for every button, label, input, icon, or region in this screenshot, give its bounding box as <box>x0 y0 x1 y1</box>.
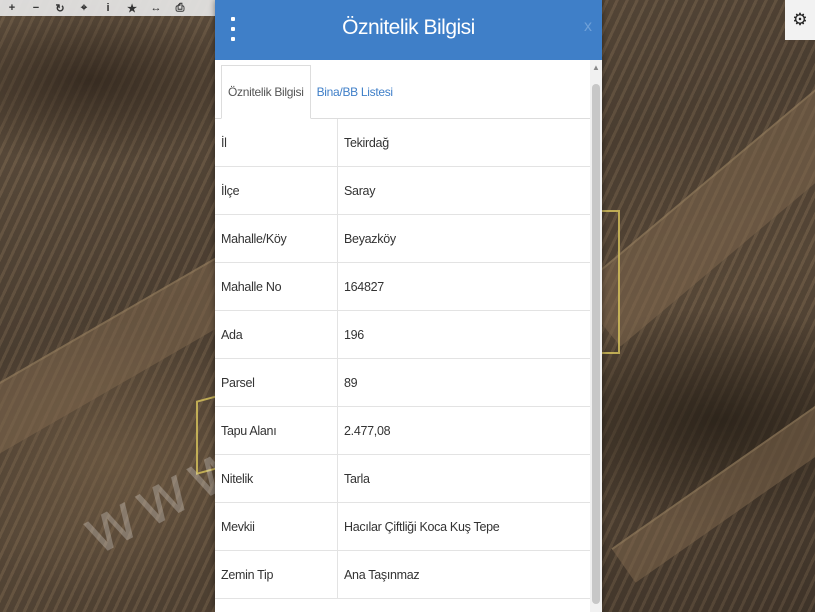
dialog-tabs: Öznitelik Bilgisi Bina/BB Listesi <box>215 60 602 119</box>
row-key: İl <box>215 119 338 166</box>
row-value: 2.477,08 <box>344 423 391 438</box>
row-key: Mahalle No <box>215 263 338 310</box>
row-value: Tekirdağ <box>344 135 389 150</box>
row-value: Tarla <box>344 471 370 486</box>
star-icon[interactable]: ★ <box>120 0 144 16</box>
zoom-out-icon[interactable]: − <box>24 0 48 16</box>
row-value: 164827 <box>344 279 384 294</box>
table-row: Mevkii Hacılar Çiftliği Koca Kuş Tepe <box>215 503 590 551</box>
table-row: Ada 196 <box>215 311 590 359</box>
refresh-icon[interactable]: ↻ <box>48 0 72 16</box>
row-value: Hacılar Çiftliği Koca Kuş Tepe <box>344 519 500 534</box>
dialog-header: Öznitelik Bilgisi x <box>215 0 602 60</box>
gear-icon: ⚙ <box>792 10 808 29</box>
table-row: İl Tekirdağ <box>215 119 590 167</box>
table-row: Parsel 89 <box>215 359 590 407</box>
row-value: 196 <box>344 327 364 342</box>
locate-icon[interactable]: ⌖ <box>72 0 96 16</box>
map-field-strip <box>611 399 815 583</box>
table-row: İlçe Saray <box>215 167 590 215</box>
row-value: Saray <box>344 183 376 198</box>
row-value: 89 <box>344 375 358 390</box>
row-key: Mahalle/Köy <box>215 215 338 262</box>
row-value: Beyazköy <box>344 231 396 246</box>
table-row: Mahalle No 164827 <box>215 263 590 311</box>
row-key: Zemin Tip <box>215 551 338 598</box>
table-row: Zemin Tip Ana Taşınmaz <box>215 551 590 599</box>
scroll-up-icon[interactable]: ▲ <box>590 60 602 74</box>
tab-building-list[interactable]: Bina/BB Listesi <box>311 66 399 118</box>
row-key: Mevkii <box>215 503 338 550</box>
table-row: Tapu Alanı 2.477,08 <box>215 407 590 455</box>
settings-button[interactable]: ⚙ <box>785 0 815 40</box>
row-key: İlçe <box>215 167 338 214</box>
attribute-table: İl Tekirdağ İlçe Saray Mahalle/Köy Beyazköy Ma… <box>215 119 590 599</box>
table-row: Mahalle/Köy Beyazköy <box>215 215 590 263</box>
row-value: Ana Taşınmaz <box>344 567 420 582</box>
table-row: Nitelik Tarla <box>215 455 590 503</box>
row-key: Ada <box>215 311 338 358</box>
scrollbar[interactable]: ▲ <box>590 60 602 612</box>
scroll-thumb[interactable] <box>592 84 600 604</box>
info-icon[interactable]: i <box>96 0 120 16</box>
map-toolbar: + − ↻ ⌖ i ★ ↔ ⎙ <box>0 0 215 16</box>
close-icon[interactable]: x <box>584 18 592 36</box>
print-icon[interactable]: ⎙ <box>168 0 192 16</box>
zoom-in-icon[interactable]: + <box>0 0 24 16</box>
measure-icon[interactable]: ↔ <box>144 0 168 16</box>
tab-attribute-info[interactable]: Öznitelik Bilgisi <box>221 65 311 119</box>
row-key: Nitelik <box>215 455 338 502</box>
dialog-title: Öznitelik Bilgisi <box>342 16 475 39</box>
row-key: Tapu Alanı <box>215 407 338 454</box>
row-key: Parsel <box>215 359 338 406</box>
attribute-info-dialog: Öznitelik Bilgisi x Öznitelik Bilgisi Bi… <box>215 0 602 612</box>
